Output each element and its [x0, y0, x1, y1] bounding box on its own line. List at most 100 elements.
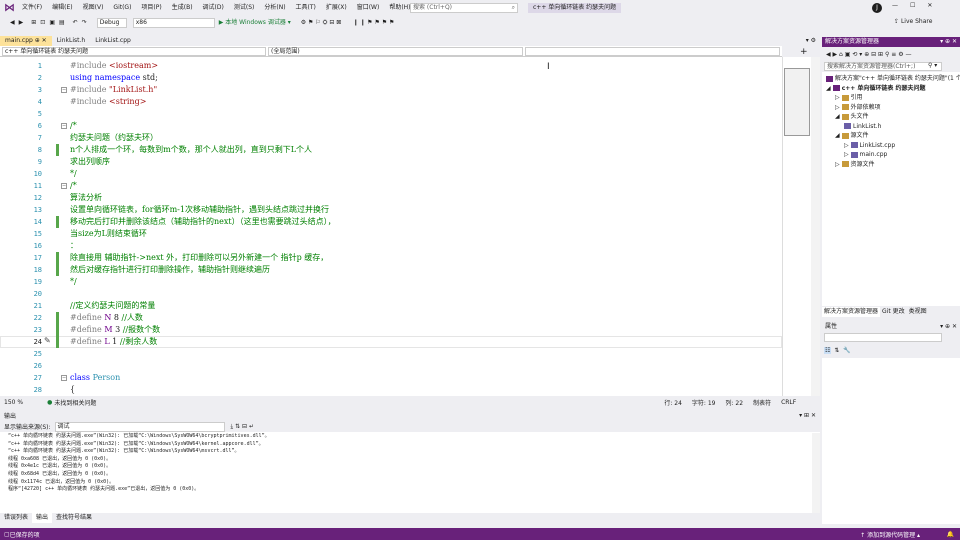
se-tab[interactable]: Git 更改 [880, 307, 907, 317]
tree-node[interactable]: ▷ 外部依赖项 [835, 103, 881, 112]
save-icon[interactable]: ▣ [49, 17, 55, 29]
notifications-icon[interactable]: 🔔 [947, 531, 954, 538]
menu-item[interactable]: Git(G) [113, 3, 131, 13]
menu-item[interactable]: 帮助(H) [389, 3, 410, 13]
se-search-icon[interactable]: ⚲ ▾ [928, 62, 937, 69]
alphabetical-icon[interactable]: ⇅ [834, 347, 839, 354]
code-line: 1 #include <iostream> [0, 60, 782, 72]
tree-node[interactable]: ◢ 源文件 [835, 131, 869, 140]
back-icon[interactable]: ◀ [10, 17, 15, 29]
se-pin-close-icon[interactable]: ▾ ⊕ ✕ [940, 37, 957, 47]
se-tab[interactable]: 解决方案资源管理器 [822, 307, 881, 317]
menu-item[interactable]: 生成(B) [172, 3, 193, 13]
vertical-scrollbar[interactable] [811, 57, 820, 396]
code-token: 除直接用 辅助指针->next 外，打印删除可以另外新建一个 指针p 缓存， [70, 253, 329, 262]
tree-node[interactable]: ◢ 头文件 [835, 112, 869, 121]
menu-item[interactable]: 视图(V) [83, 3, 104, 13]
avatar[interactable]: J [872, 3, 882, 13]
maximize-icon[interactable]: ☐ [910, 2, 915, 9]
live-share-button[interactable]: ⇪ Live Share [894, 18, 932, 25]
redo-icon[interactable]: ↷ [82, 17, 87, 29]
output-source-select[interactable]: 调试 [54, 421, 225, 432]
search-input[interactable]: 搜索 (Ctrl+Q) ⌕ [410, 3, 518, 13]
expand-arrow-icon[interactable]: ◢ [826, 85, 833, 92]
panel-controls-icon[interactable]: ▾ ⊞ ✕ [799, 412, 816, 419]
tree-node[interactable]: ▷ LinkList.cpp [844, 141, 895, 150]
minimize-icon[interactable]: — [892, 2, 898, 9]
config-select[interactable]: Debug [96, 18, 127, 28]
bottom-tab[interactable]: 输出 [32, 513, 53, 523]
search-icon: ⌕ [511, 4, 515, 11]
code-line: 16 ： [0, 240, 782, 252]
se-toolbar-icons[interactable]: ◀ ▶ ⌂ ▣ ⟲ ▾ ⊕ ⊟ ⊞ ⚲ ≡ ⚙ — [826, 51, 912, 58]
fold-toggle-icon[interactable]: − [61, 123, 67, 129]
line-number: 28 [33, 386, 42, 394]
property-pages-icon[interactable]: 🔧 [843, 347, 850, 354]
run-button[interactable]: ▶ 本地 Windows 调试器 ▾ [219, 17, 291, 29]
save-all-icon[interactable]: ▤ [59, 17, 65, 29]
debug-tools-icon[interactable]: ⚙ ⚑ ⚐ ⛭ ⊟ ⊠ [301, 17, 342, 29]
open-icon[interactable]: ⊡ [40, 17, 45, 29]
fold-toggle-icon[interactable]: − [61, 375, 67, 381]
tab-mode[interactable]: 制表符 [753, 398, 771, 407]
tab-main-cpp[interactable]: main.cpp ⊕ ✕ [0, 36, 52, 46]
zoom-level[interactable]: 150 % [4, 399, 23, 406]
code-editor[interactable]: 1 #include <iostream> 2 using namespace std… [0, 57, 782, 396]
issues-status[interactable]: 未找到相关问题 [54, 398, 96, 407]
properties-grid [822, 358, 960, 524]
solution-search-input[interactable]: 搜索解决方案资源管理器(Ctrl+;) [824, 62, 942, 71]
undo-icon[interactable]: ↶ [73, 17, 78, 29]
menu-item[interactable]: 文件(F) [22, 3, 42, 13]
no-issues-icon: ● [47, 399, 53, 406]
scope-dropdown[interactable]: (全局范围) [268, 47, 523, 56]
forward-icon[interactable]: ▶ [19, 17, 24, 29]
code-text: #define L 1 //剩余人数 [70, 336, 157, 348]
platform-select[interactable]: x86 [132, 18, 215, 28]
tree-node[interactable]: 解决方案"c++ 单向循环链表 约瑟夫问题"(1 个项目/共 1 个) [826, 74, 960, 83]
code-text: */ [70, 168, 77, 180]
tab-linklist-cpp[interactable]: LinkList.cpp [90, 36, 136, 46]
menu-item[interactable]: 窗口(W) [357, 3, 380, 13]
member-dropdown[interactable] [525, 47, 780, 56]
source-control-button[interactable]: ↑ 添加到源代码管理 ▴ [860, 530, 920, 539]
tree-node[interactable]: LinkList.h [844, 122, 882, 131]
tree-node[interactable]: ▷ 资源文件 [835, 160, 875, 169]
menu-item[interactable]: 分析(N) [264, 3, 285, 13]
menu-item[interactable]: 编辑(E) [52, 3, 72, 13]
tree-node[interactable]: ▷ main.cpp [844, 150, 887, 159]
tab-overflow-icon[interactable]: ▾ ⚙ [806, 36, 816, 46]
tab-linklist-h[interactable]: LinkList.h [52, 36, 91, 46]
bookmark-icons[interactable]: ❙ ❙ ⚑ ⚑ ⚑ ⚑ [353, 17, 394, 29]
menu-item[interactable]: 工具(T) [296, 3, 316, 13]
tab-pin-close-icon[interactable]: ⊕ ✕ [35, 37, 47, 44]
new-project-icon[interactable]: ⊞ [31, 17, 36, 29]
tree-icon [841, 94, 849, 101]
solution-explorer-header: 解决方案资源管理器 ▾ ⊕ ✕ [822, 37, 960, 47]
fold-toggle-icon[interactable]: − [61, 87, 67, 93]
tree-node[interactable]: ◢ c++ 单向循环链表 约瑟夫问题 [826, 84, 926, 93]
menu-item[interactable]: 扩展(X) [326, 3, 347, 13]
props-pin-close-icon[interactable]: ▾ ⊕ ✕ [940, 322, 957, 332]
close-icon[interactable]: ✕ [927, 2, 932, 9]
menu-item[interactable]: 调试(D) [203, 3, 224, 13]
output-scrollbar[interactable] [812, 433, 820, 513]
minimap-viewport[interactable] [784, 68, 810, 136]
menu-item[interactable]: 测试(S) [234, 3, 255, 13]
code-line: 24 #define L 1 //剩余人数 [0, 336, 782, 348]
bottom-tabs: 错误列表 输出 查找符号结果 [0, 513, 960, 523]
bottom-tab[interactable]: 错误列表 [0, 513, 32, 523]
properties-object-select[interactable] [824, 333, 942, 342]
se-tab[interactable]: 类视图 [907, 307, 929, 317]
project-dropdown[interactable]: c++ 单向循环链表 约瑟夫问题 [2, 47, 266, 56]
eol-mode[interactable]: CRLF [781, 399, 796, 406]
menu-item[interactable]: 项目(P) [141, 3, 161, 13]
code-token: #define [70, 313, 105, 322]
line-number: 13 [33, 206, 42, 214]
bottom-tab[interactable]: 查找符号结果 [52, 513, 96, 523]
tree-node[interactable]: ▷ 引用 [835, 93, 863, 102]
categorized-icon[interactable]: ☷ [824, 346, 832, 354]
split-add-icon[interactable]: + [800, 47, 808, 57]
output-tool-icons[interactable]: ⤓ ⇅ ⊟ ↵ [231, 423, 254, 431]
line-number: 20 [33, 290, 42, 298]
fold-toggle-icon[interactable]: − [61, 183, 67, 189]
